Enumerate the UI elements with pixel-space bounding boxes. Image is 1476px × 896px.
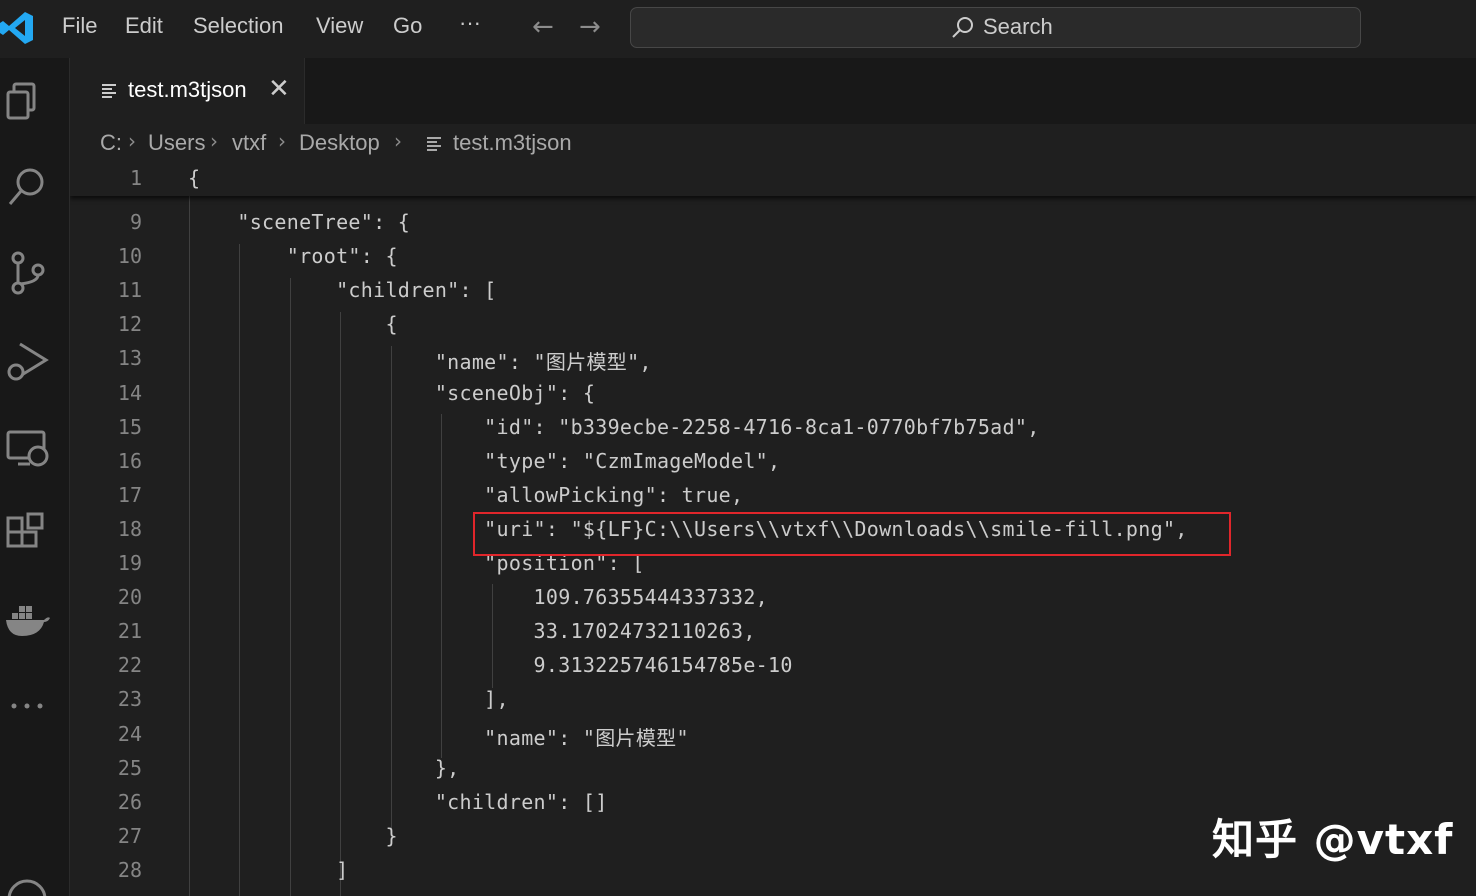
- code-line[interactable]: 16 "type": "CzmImageModel",: [70, 445, 1476, 479]
- code-line[interactable]: 21 33.17024732110263,: [70, 615, 1476, 649]
- code-line[interactable]: 17 "allowPicking": true,: [70, 479, 1476, 513]
- line-number: 26: [117, 789, 142, 814]
- breadcrumb-item[interactable]: Users: [148, 130, 205, 156]
- tab-label: test.m3tjson: [128, 77, 247, 102]
- file-lines-icon: [102, 84, 116, 98]
- command-center-search[interactable]: Search: [630, 7, 1361, 48]
- code-line[interactable]: 12 {: [70, 308, 1476, 342]
- code-text: "name": "图片模型": [188, 725, 689, 750]
- watermark: 知乎 @vtxf: [1212, 815, 1454, 864]
- extensions-icon[interactable]: [4, 512, 50, 558]
- code-line[interactable]: 24 "name": "图片模型": [70, 718, 1476, 752]
- more-views-icon[interactable]: [4, 686, 50, 732]
- line-number: 23: [117, 687, 142, 712]
- menu-file[interactable]: File: [62, 13, 97, 39]
- code-line[interactable]: 14 "sceneObj": {: [70, 377, 1476, 411]
- code-text: {: [188, 166, 201, 190]
- code-text: 9.313225746154785e-10: [188, 653, 793, 678]
- breadcrumb-item[interactable]: C:: [100, 130, 122, 156]
- code-editor[interactable]: 1 { 9 "sceneTree": {10 "root": {11 "chil…: [70, 164, 1476, 896]
- code-text: "type": "CzmImageModel",: [188, 448, 781, 473]
- code-text: "children": []: [188, 789, 608, 814]
- chevron-right-icon: ›: [210, 129, 218, 153]
- run-debug-icon[interactable]: [4, 338, 50, 384]
- breadcrumb: C: › Users › vtxf › Desktop › test.m3tjs…: [70, 124, 1476, 164]
- close-icon[interactable]: ✕: [268, 74, 290, 104]
- code-line[interactable]: 11 "children": [: [70, 274, 1476, 308]
- breadcrumb-item[interactable]: vtxf: [232, 130, 266, 156]
- chevron-right-icon: ›: [278, 129, 286, 153]
- code-text: "sceneObj": {: [188, 380, 596, 405]
- arrow-right-icon[interactable]: →: [579, 12, 601, 42]
- search-icon: [952, 17, 973, 38]
- menu-selection[interactable]: Selection: [193, 13, 284, 39]
- arrow-left-icon[interactable]: ←: [532, 12, 554, 42]
- line-number: 19: [117, 551, 142, 575]
- code-text: }: [188, 823, 398, 848]
- line-number: 24: [117, 721, 142, 746]
- code-text: 33.17024732110263,: [188, 619, 756, 644]
- code-text: },: [188, 755, 460, 780]
- code-text: 109.76355444337332,: [188, 585, 769, 610]
- activity-bar: [0, 58, 70, 896]
- line-number: 15: [117, 414, 142, 439]
- line-number: 22: [117, 653, 142, 678]
- line-number: 1: [129, 166, 142, 190]
- line-number: 21: [117, 619, 142, 644]
- menu-go[interactable]: Go: [393, 13, 422, 39]
- source-control-icon[interactable]: [4, 250, 50, 296]
- title-bar: File Edit Selection View Go ··· ← → Sear…: [0, 0, 1476, 58]
- code-line[interactable]: 10 "root": {: [70, 240, 1476, 274]
- line-number: 13: [117, 346, 142, 371]
- code-line[interactable]: 25 },: [70, 752, 1476, 786]
- explorer-icon[interactable]: [4, 78, 50, 124]
- breadcrumb-item[interactable]: test.m3tjson: [453, 130, 572, 156]
- code-text: "sceneTree": {: [188, 210, 411, 234]
- remote-explorer-icon[interactable]: [4, 424, 50, 470]
- menu-edit[interactable]: Edit: [125, 13, 163, 39]
- sticky-scroll-line[interactable]: 1 {: [70, 164, 1476, 196]
- vscode-logo-icon[interactable]: [0, 10, 34, 46]
- line-number: 25: [117, 755, 142, 780]
- menu-view[interactable]: View: [316, 13, 363, 39]
- line-number: 10: [117, 244, 142, 269]
- code-text: ],: [188, 687, 509, 712]
- line-number: 28: [117, 857, 142, 882]
- line-number: 14: [117, 380, 142, 405]
- code-line[interactable]: 23 ],: [70, 683, 1476, 717]
- chevron-right-icon: ›: [128, 129, 136, 153]
- code-line[interactable]: 15 "id": "b339ecbe-2258-4716-8ca1-0770bf…: [70, 411, 1476, 445]
- line-number: 20: [117, 585, 142, 610]
- search-icon[interactable]: [4, 164, 50, 210]
- line-number: 27: [117, 823, 142, 848]
- line-number: 18: [117, 516, 142, 541]
- code-text: ]: [188, 857, 349, 882]
- search-label: Search: [983, 14, 1053, 39]
- code-text: "name": "图片模型",: [188, 350, 652, 375]
- code-text: "allowPicking": true,: [188, 482, 744, 507]
- code-line[interactable]: 13 "name": "图片模型",: [70, 342, 1476, 376]
- menu-more-icon[interactable]: ···: [459, 10, 481, 36]
- code-line[interactable]: 20 109.76355444337332,: [70, 581, 1476, 615]
- code-text: {: [188, 312, 398, 337]
- code-line[interactable]: 22 9.313225746154785e-10: [70, 649, 1476, 683]
- docker-icon[interactable]: [4, 598, 50, 644]
- code-text: "id": "b339ecbe-2258-4716-8ca1-0770bf7b7…: [188, 414, 1040, 439]
- tab-test-m3tjson[interactable]: test.m3tjson ✕: [70, 58, 305, 124]
- tab-bar: test.m3tjson ✕: [70, 58, 1476, 124]
- code-text: "children": [: [188, 278, 497, 303]
- line-number: 11: [117, 278, 142, 303]
- line-number: 9: [129, 210, 142, 234]
- line-number: 17: [117, 482, 142, 507]
- line-number: 12: [117, 312, 142, 337]
- breadcrumb-item[interactable]: Desktop: [299, 130, 380, 156]
- line-number: 16: [117, 448, 142, 473]
- code-line[interactable]: 9 "sceneTree": {: [70, 206, 1476, 240]
- code-text: "root": {: [188, 244, 398, 269]
- accounts-icon[interactable]: [4, 876, 50, 896]
- chevron-right-icon: ›: [394, 129, 402, 153]
- file-lines-icon: [427, 137, 441, 151]
- highlight-box: [473, 512, 1231, 556]
